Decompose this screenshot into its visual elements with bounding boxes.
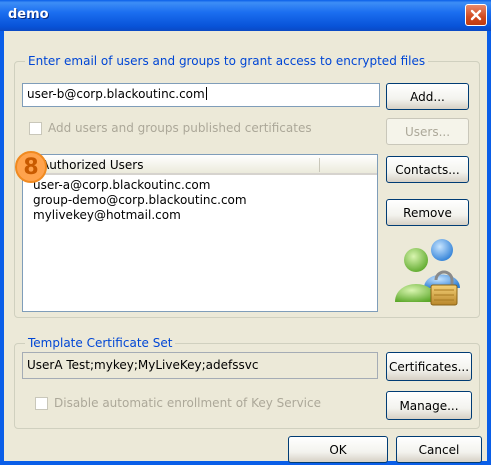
- users-button[interactable]: Users...: [386, 118, 469, 145]
- title-bar[interactable]: demo: [0, 0, 491, 31]
- close-button[interactable]: [465, 4, 487, 26]
- list-item[interactable]: mylivekey@hotmail.com: [33, 208, 247, 223]
- contacts-button[interactable]: Contacts...: [386, 156, 469, 183]
- disable-enrollment-label: Disable automatic enrollment of Key Serv…: [54, 396, 321, 410]
- window-title: demo: [8, 7, 49, 22]
- add-published-checkbox[interactable]: [29, 121, 42, 135]
- text-caret: [205, 87, 207, 100]
- template-group-label: Template Certificate Set: [25, 336, 176, 350]
- add-button[interactable]: Add...: [386, 83, 469, 110]
- column-header-authorized-users[interactable]: Authorized Users: [41, 158, 143, 172]
- list-header[interactable]: Authorized Users: [23, 155, 377, 175]
- dialog-window: demo Enter email of users and groups to …: [0, 0, 491, 465]
- email-input[interactable]: user-b@corp.blackoutinc.com: [22, 83, 380, 107]
- remove-button[interactable]: Remove: [386, 199, 469, 226]
- column-divider[interactable]: [319, 158, 320, 172]
- disable-enrollment-row[interactable]: Disable automatic enrollment of Key Serv…: [35, 396, 321, 410]
- users-lock-icon: [395, 239, 460, 306]
- certificate-set-field: UserA Test;mykey;MyLiveKey;adefssvc: [22, 352, 378, 379]
- recipients-group-label: Enter email of users and groups to grant…: [25, 54, 429, 68]
- window-frame-right: [487, 31, 491, 465]
- step-number-badge: 8: [15, 151, 47, 183]
- certificates-button[interactable]: Certificates...: [386, 352, 472, 381]
- ok-button[interactable]: OK: [288, 436, 388, 463]
- list-item[interactable]: user-a@corp.blackoutinc.com: [33, 178, 247, 193]
- close-icon: [470, 9, 482, 21]
- window-frame-left: [0, 31, 4, 465]
- manage-button[interactable]: Manage...: [386, 391, 472, 420]
- list-item[interactable]: group-demo@corp.blackoutinc.com: [33, 193, 247, 208]
- list-items: user-a@corp.blackoutinc.com group-demo@c…: [33, 178, 247, 223]
- certificate-set-value: UserA Test;mykey;MyLiveKey;adefssvc: [27, 358, 259, 372]
- cancel-button[interactable]: Cancel: [396, 436, 482, 463]
- add-published-label: Add users and groups published certifica…: [48, 121, 312, 135]
- authorized-users-list[interactable]: Authorized Users user-a@corp.blackoutinc…: [22, 154, 378, 312]
- add-published-row[interactable]: Add users and groups published certifica…: [29, 121, 312, 135]
- email-input-value: user-b@corp.blackoutinc.com: [27, 87, 205, 101]
- disable-enrollment-checkbox[interactable]: [35, 396, 48, 410]
